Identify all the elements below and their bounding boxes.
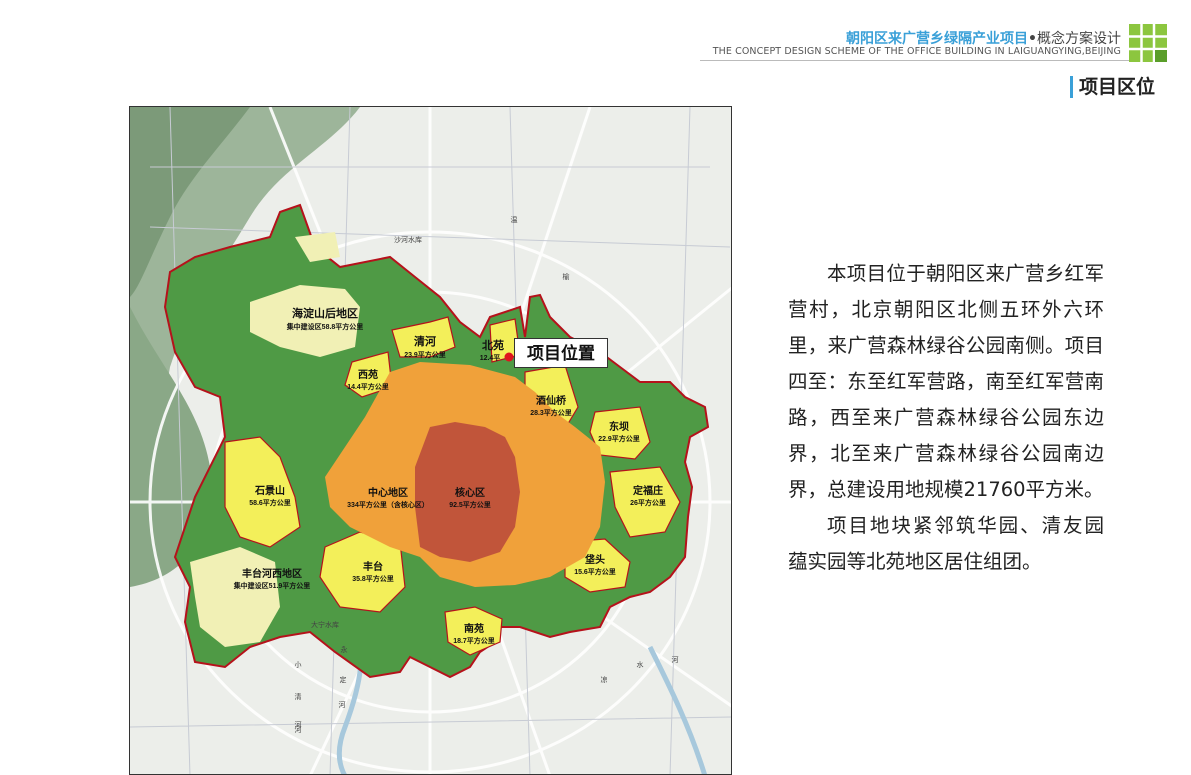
water-label: 沙河水库 bbox=[394, 235, 422, 244]
district-area: 23.9平方公里 bbox=[404, 350, 446, 359]
district-area: 92.5平方公里 bbox=[449, 500, 491, 509]
header-english-title: THE CONCEPT DESIGN SCHEME OF THE OFFICE … bbox=[712, 46, 1121, 57]
district-area: 15.6平方公里 bbox=[574, 567, 616, 576]
district-area: 58.6平方公里 bbox=[249, 498, 291, 507]
district-name: 海淀山后地区 bbox=[292, 306, 358, 320]
district-name: 北苑 bbox=[482, 338, 504, 352]
district-name: 丰台河西地区 bbox=[242, 567, 302, 580]
district-name: 核心区 bbox=[455, 486, 485, 499]
water-label: 定 bbox=[340, 675, 347, 684]
header-title-sub: 概念方案设计 bbox=[1037, 31, 1121, 47]
header-title: 朝阳区来广营乡绿隔产业项目•概念方案设计 bbox=[846, 28, 1121, 48]
water-label: 水 bbox=[637, 660, 644, 669]
district-name: 中心地区 bbox=[368, 486, 408, 499]
water-label: 永 bbox=[341, 645, 348, 654]
district-area: 12.4平 bbox=[480, 354, 501, 362]
district-area: 28.3平方公里 bbox=[530, 408, 572, 417]
water-label: 清 bbox=[295, 692, 302, 701]
water-label: 河 bbox=[672, 656, 679, 664]
district-area: 集中建设区51.9平方公里 bbox=[233, 581, 311, 590]
district-area: 集中建设区58.8平方公里 bbox=[286, 322, 364, 331]
water-label: 河 bbox=[295, 726, 302, 734]
district-name: 西苑 bbox=[358, 368, 378, 381]
district-name: 石景山 bbox=[254, 484, 285, 497]
district-area: 26平方公里 bbox=[630, 498, 666, 507]
district-name: 东坝 bbox=[609, 420, 629, 433]
district-name: 酒仙桥 bbox=[536, 394, 567, 407]
water-label: 榆 bbox=[563, 272, 570, 281]
district-area: 334平方公里（含核心区） bbox=[347, 500, 429, 509]
district-area: 18.7平方公里 bbox=[453, 636, 495, 645]
district-name: 垡头 bbox=[585, 553, 605, 566]
header-title-cn: 朝阳区来广营乡绿隔产业项目 bbox=[846, 31, 1029, 47]
project-location-label: 项目位置 bbox=[514, 338, 608, 368]
district-area: 22.9平方公里 bbox=[598, 434, 640, 443]
district-name: 清河 bbox=[414, 334, 436, 348]
project-location-marker bbox=[504, 352, 514, 362]
header-title-sep: • bbox=[1028, 31, 1037, 47]
water-label: 小 bbox=[295, 660, 302, 669]
district-name: 定福庄 bbox=[633, 484, 663, 497]
map-svg: 海淀山后地区 集中建设区58.8平方公里 清河 23.9平方公里 北苑 12.4… bbox=[130, 107, 731, 774]
water-label: 温 bbox=[511, 215, 518, 224]
description-paragraph-2: 项目地块紧邻筑华园、清友园 蕴实园等北苑地区居住组团。 bbox=[788, 514, 1124, 573]
district-name: 南苑 bbox=[464, 622, 484, 635]
district-area: 14.4平方公里 bbox=[347, 382, 389, 391]
description-block: 本项目位于朝阳区来广营乡红军营村，北京朝阳区北侧五环外六环里，来广营森林绿谷公园… bbox=[788, 256, 1124, 580]
location-map: 海淀山后地区 集中建设区58.8平方公里 清河 23.9平方公里 北苑 12.4… bbox=[129, 106, 732, 775]
description-paragraph-1: 本项目位于朝阳区来广营乡红军营村，北京朝阳区北侧五环外六环里，来广营森林绿谷公园… bbox=[788, 262, 1104, 501]
grid-logo-icon bbox=[1129, 24, 1167, 62]
district-name: 丰台 bbox=[363, 560, 383, 573]
header-divider bbox=[700, 60, 1133, 61]
water-label: 凉 bbox=[601, 675, 608, 684]
water-label: 河 bbox=[339, 701, 346, 709]
district-area: 35.8平方公里 bbox=[352, 574, 394, 583]
section-title: 项目区位 bbox=[1069, 76, 1155, 98]
water-label: 大宁水库 bbox=[311, 620, 339, 629]
